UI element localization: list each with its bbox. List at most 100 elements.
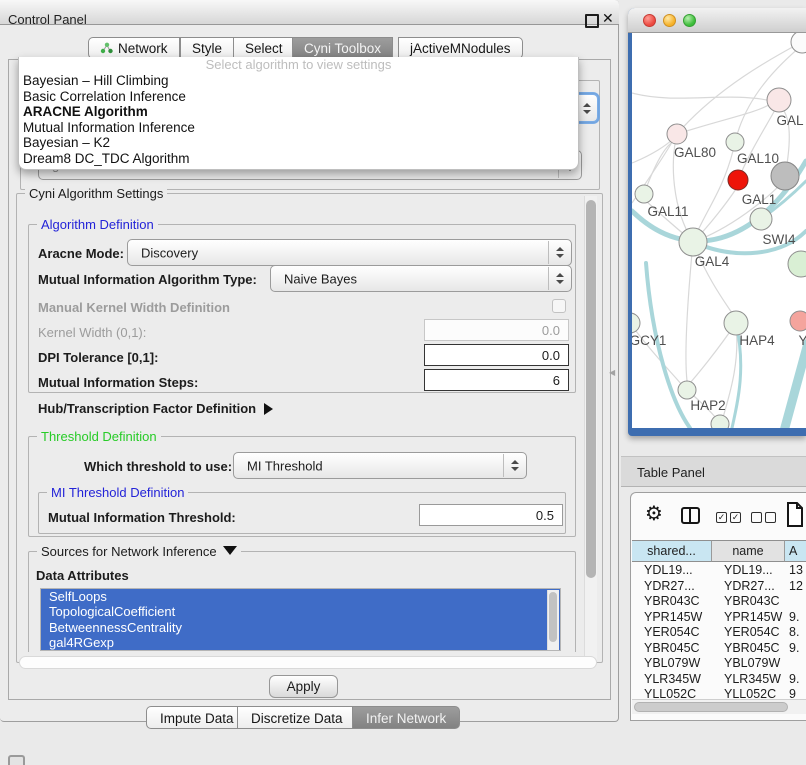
table-row[interactable]: YBR043CYBR043C [632, 594, 806, 610]
cell-name: YBL079W [712, 656, 785, 672]
tab-select[interactable]: Select [233, 37, 295, 59]
node-gal10[interactable] [726, 133, 744, 151]
algorithm-option[interactable]: Dream8 DC_TDC Algorithm [19, 151, 578, 167]
node-gal80[interactable] [667, 124, 687, 144]
node-unlabeled[interactable] [791, 33, 806, 53]
cell-name: YLR345W [712, 672, 785, 688]
cell-sharedname: YER054C [632, 625, 712, 641]
node-right-green[interactable] [788, 251, 806, 277]
mi-algorithm-type-combobox[interactable]: Naive Bayes [270, 265, 572, 292]
node-red-selected[interactable] [728, 170, 748, 190]
node-hap4[interactable] [724, 311, 748, 335]
node-salmon[interactable] [790, 311, 806, 331]
attribute-item[interactable]: BetweennessCentrality [41, 620, 560, 635]
corner-partial-icon[interactable] [8, 755, 25, 765]
algorithm-option-selected[interactable]: ARACNE Algorithm [19, 104, 578, 120]
tab-style[interactable]: Style [180, 37, 234, 59]
table-row[interactable]: YLL052CYLL052C9 [632, 687, 806, 699]
cell-name: YBR043C [712, 594, 785, 610]
aracne-mode-combobox[interactable]: Discovery [127, 239, 572, 266]
which-threshold-label: Which threshold to use: [84, 459, 232, 474]
attribute-item[interactable]: gal4RGexp [41, 635, 560, 650]
node-gal1[interactable] [750, 208, 772, 230]
close-window-icon[interactable]: ✕ [602, 10, 614, 27]
minimize-traffic-light-icon[interactable] [663, 14, 676, 27]
table-scrollbar-thumb[interactable] [634, 702, 788, 712]
kernel-width-field[interactable]: 0.0 [424, 319, 569, 341]
algorithm-option[interactable]: Bayesian – Hill Climbing [19, 73, 578, 89]
attributes-scrollbar-thumb[interactable] [549, 592, 557, 642]
table-row[interactable]: YPR145WYPR145W9. [632, 610, 806, 626]
column-header-shared[interactable]: shared... [632, 540, 712, 562]
table-row[interactable]: YER054CYER054C8. [632, 625, 806, 641]
table-row[interactable]: YLR345WYLR345W9. [632, 672, 806, 688]
apply-button[interactable]: Apply [269, 675, 338, 698]
mi-steps-field[interactable]: 6 [424, 369, 569, 391]
document-icon[interactable] [786, 502, 804, 531]
settings-horizontal-scrollbar[interactable] [19, 656, 597, 669]
attribute-item[interactable]: SelfLoops [41, 589, 560, 604]
table-row[interactable]: YDL19...YDL19...13 [632, 563, 806, 579]
unchecked-checkbox-icon[interactable] [765, 512, 776, 523]
manual-kernel-checkbox[interactable] [552, 299, 566, 313]
settings-scrollbar-thumb[interactable] [586, 200, 596, 578]
dpi-tolerance-field[interactable]: 0.0 [424, 344, 569, 366]
tab-infer-network[interactable]: Infer Network [352, 706, 460, 729]
column-header-name[interactable]: name [712, 540, 785, 562]
tab-cyni-toolbox[interactable]: Cyni Toolbox [292, 37, 393, 59]
tab-discretize-data[interactable]: Discretize Data [237, 706, 357, 729]
settings-scrollbar[interactable] [584, 196, 597, 660]
cell-value: 8. [785, 625, 806, 641]
tab-network[interactable]: Network [88, 37, 180, 59]
node-label: GCY1 [632, 333, 666, 348]
tab-jactivemnodules[interactable]: jActiveMNodules [398, 37, 523, 59]
node-gal11[interactable] [635, 185, 653, 203]
gear-icon[interactable]: ⚙ [645, 504, 663, 524]
algorithm-option[interactable]: Bayesian – K2 [19, 135, 578, 151]
table-horizontal-scrollbar[interactable] [632, 699, 806, 714]
cell-value: 12 [785, 579, 806, 595]
cell-sharedname: YLL052C [632, 687, 712, 699]
checked-checkbox-icon[interactable]: ✓ [716, 512, 727, 523]
node-gray[interactable] [771, 162, 799, 190]
expand-right-icon[interactable] [264, 403, 273, 415]
unchecked-checkbox-icon[interactable] [751, 512, 762, 523]
columns-icon[interactable] [681, 507, 700, 524]
node-gal4[interactable] [679, 228, 707, 256]
panel-splitter-handle[interactable]: ◀ [609, 368, 616, 377]
cell-value: 9 [785, 687, 806, 699]
mi-threshold-field[interactable]: 0.5 [419, 504, 563, 526]
node-bottom-green[interactable] [711, 415, 729, 428]
node-label: Y [798, 333, 806, 348]
table-row[interactable]: YDR27...YDR27...12 [632, 579, 806, 595]
network-labels: GAL GAL80 GAL10 GAL1 GAL11 SWI4 GAL4 GCY… [632, 113, 806, 413]
settings-group-title: Cyni Algorithm Settings [25, 186, 167, 201]
cell-sharedname: YBR045C [632, 641, 712, 657]
algorithm-definition-title: Algorithm Definition [37, 217, 158, 232]
algorithm-option[interactable]: Mutual Information Inference [19, 120, 578, 136]
close-traffic-light-icon[interactable] [643, 14, 656, 27]
attribute-item[interactable]: TopologicalCoefficient [41, 604, 560, 619]
attributes-scrollbar[interactable] [547, 590, 559, 651]
table-row[interactable]: YBR045CYBR045C9. [632, 641, 806, 657]
tab-impute-data[interactable]: Impute Data [146, 706, 248, 729]
float-window-icon[interactable] [585, 14, 599, 28]
zoom-traffic-light-icon[interactable] [683, 14, 696, 27]
algorithm-option[interactable]: Basic Correlation Inference [19, 89, 578, 105]
node-label: GAL10 [737, 151, 779, 166]
mi-algorithm-type-label: Mutual Information Algorithm Type: [38, 272, 257, 287]
node-gal-pink[interactable] [767, 88, 791, 112]
sources-group-title: Sources for Network Inference [37, 544, 241, 559]
hub-definition-toggle[interactable]: Hub/Transcription Factor Definition [38, 401, 273, 416]
cell-sharedname: YDR27... [632, 579, 712, 595]
which-threshold-combobox[interactable]: MI Threshold [233, 452, 527, 479]
node-gcy1[interactable] [632, 313, 640, 333]
node-hap2[interactable] [678, 381, 696, 399]
mi-steps-label: Mutual Information Steps: [38, 375, 198, 390]
network-canvas[interactable]: GAL GAL80 GAL10 GAL1 GAL11 SWI4 GAL4 GCY… [632, 33, 806, 428]
column-header-partial[interactable]: A [785, 540, 806, 562]
checked-checkbox-icon[interactable]: ✓ [730, 512, 741, 523]
table-row[interactable]: YBL079WYBL079W [632, 656, 806, 672]
algorithm-dropdown-popup: Select algorithm to view settings Bayesi… [18, 57, 579, 170]
collapse-down-icon[interactable] [223, 546, 237, 555]
